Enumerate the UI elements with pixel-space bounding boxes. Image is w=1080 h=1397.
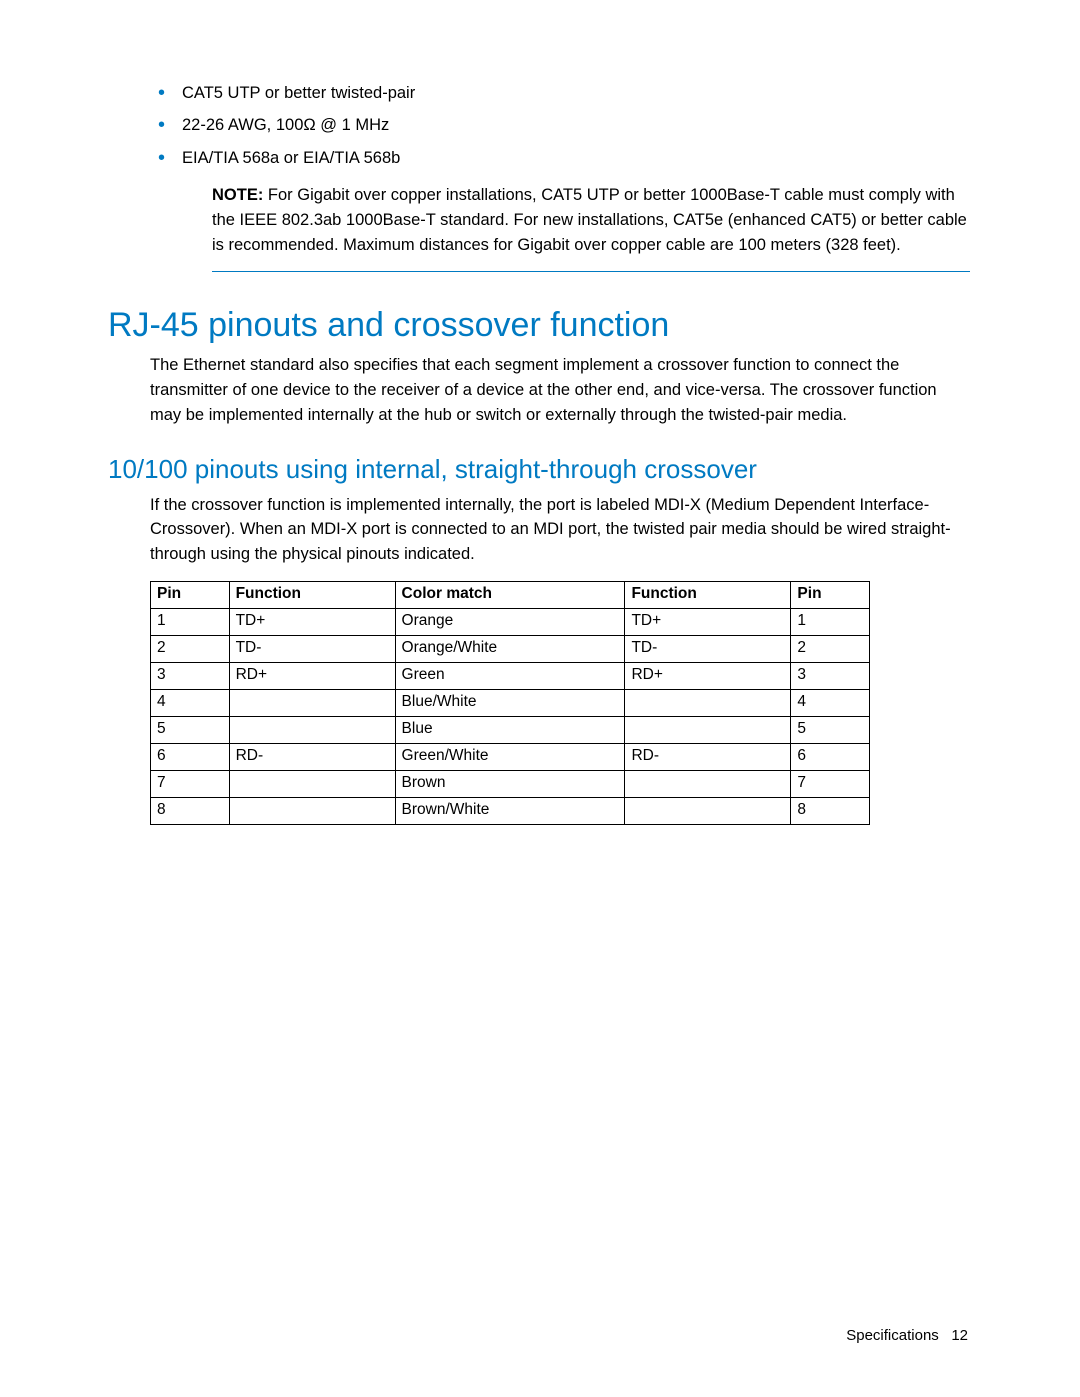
table-cell: 5	[151, 716, 230, 743]
table-cell: Blue	[395, 716, 625, 743]
table-header-row: Pin Function Color match Function Pin	[151, 581, 870, 608]
col-header: Function	[229, 581, 395, 608]
table-cell: RD+	[229, 662, 395, 689]
col-header: Pin	[791, 581, 870, 608]
body-text: If the crossover function is implemented…	[150, 493, 970, 567]
table-row: 5 Blue 5	[151, 716, 870, 743]
table-row: 8 Brown/White 8	[151, 797, 870, 824]
table-cell: 8	[791, 797, 870, 824]
list-item: CAT5 UTP or better twisted-pair	[150, 80, 970, 106]
table-cell: Brown	[395, 770, 625, 797]
table-cell: Brown/White	[395, 797, 625, 824]
col-header: Function	[625, 581, 791, 608]
footer-section: Specifications	[846, 1327, 939, 1344]
heading-10-100: 10/100 pinouts using internal, straight-…	[108, 454, 970, 485]
table-cell: 1	[151, 608, 230, 635]
list-item: 22-26 AWG, 100Ω @ 1 MHz	[150, 112, 970, 138]
bullet-list: CAT5 UTP or better twisted-pair 22-26 AW…	[150, 80, 970, 171]
table-cell: 5	[791, 716, 870, 743]
table-cell	[229, 689, 395, 716]
col-header: Color match	[395, 581, 625, 608]
table-cell: 2	[791, 635, 870, 662]
table-cell: Blue/White	[395, 689, 625, 716]
table-cell	[229, 716, 395, 743]
table-cell: Orange/White	[395, 635, 625, 662]
footer-page: 12	[951, 1327, 968, 1344]
col-header: Pin	[151, 581, 230, 608]
table-cell: 8	[151, 797, 230, 824]
table-row: 3RD+GreenRD+3	[151, 662, 870, 689]
table-cell: TD-	[229, 635, 395, 662]
note-block: NOTE: For Gigabit over copper installati…	[212, 183, 970, 272]
table-cell: RD-	[229, 743, 395, 770]
table-row: 4 Blue/White 4	[151, 689, 870, 716]
table-row: 6RD-Green/WhiteRD-6	[151, 743, 870, 770]
note-text: For Gigabit over copper installations, C…	[212, 186, 967, 254]
table-cell: 3	[151, 662, 230, 689]
table-row: 2TD-Orange/WhiteTD-2	[151, 635, 870, 662]
list-item: EIA/TIA 568a or EIA/TIA 568b	[150, 145, 970, 171]
table-cell: 6	[151, 743, 230, 770]
table-row: 1TD+OrangeTD+1	[151, 608, 870, 635]
table-cell: Green	[395, 662, 625, 689]
table-cell	[229, 797, 395, 824]
table-cell	[229, 770, 395, 797]
table-cell: TD+	[229, 608, 395, 635]
table-cell	[625, 797, 791, 824]
table-cell: 4	[791, 689, 870, 716]
table-cell: 1	[791, 608, 870, 635]
table-cell: Green/White	[395, 743, 625, 770]
table-cell: 6	[791, 743, 870, 770]
table-cell: 3	[791, 662, 870, 689]
page-footer: Specifications 12	[846, 1327, 968, 1344]
table-cell	[625, 689, 791, 716]
table-cell: 7	[151, 770, 230, 797]
body-text: The Ethernet standard also specifies tha…	[150, 353, 970, 427]
pinout-table: Pin Function Color match Function Pin 1T…	[150, 581, 870, 825]
table-cell: 4	[151, 689, 230, 716]
note-label: NOTE:	[212, 186, 263, 204]
table-cell: TD+	[625, 608, 791, 635]
table-cell: RD-	[625, 743, 791, 770]
table-cell	[625, 716, 791, 743]
table-cell: RD+	[625, 662, 791, 689]
table-cell: TD-	[625, 635, 791, 662]
table-cell: 2	[151, 635, 230, 662]
heading-rj45: RJ-45 pinouts and crossover function	[108, 306, 970, 345]
table-cell	[625, 770, 791, 797]
table-cell: Orange	[395, 608, 625, 635]
table-row: 7 Brown 7	[151, 770, 870, 797]
table-cell: 7	[791, 770, 870, 797]
